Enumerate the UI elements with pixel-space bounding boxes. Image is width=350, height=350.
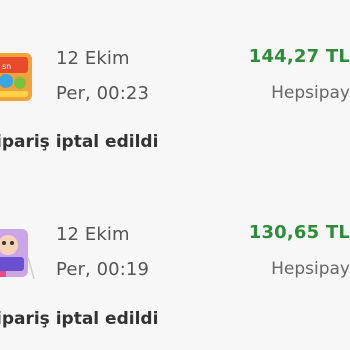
order-amount: 144,27 TL: [248, 46, 350, 67]
order-time: Per, 00:19: [56, 259, 150, 280]
order-list: sn 12 Ekim Per, 00:23 144,27 TL Hepsipay…: [0, 0, 350, 350]
order-date: 12 Ekim: [56, 224, 130, 245]
svg-text:sn: sn: [2, 62, 11, 71]
payment-method: Hepsipay: [271, 259, 350, 279]
product-thumbnail-icon[interactable]: [0, 223, 38, 283]
order-item[interactable]: 12 Ekim Per, 00:19 130,65 TL Hepsipay ip…: [0, 175, 350, 350]
payment-method: Hepsipay: [271, 83, 350, 103]
order-time: Per, 00:23: [56, 83, 150, 104]
order-amount: 130,65 TL: [248, 222, 350, 243]
order-item[interactable]: sn 12 Ekim Per, 00:23 144,27 TL Hepsipay…: [0, 0, 350, 175]
order-status: ipariş iptal edildi: [0, 132, 159, 152]
order-date: 12 Ekim: [56, 48, 130, 69]
product-thumbnail-icon[interactable]: sn: [0, 47, 38, 107]
order-status: ipariş iptal edildi: [0, 309, 159, 329]
